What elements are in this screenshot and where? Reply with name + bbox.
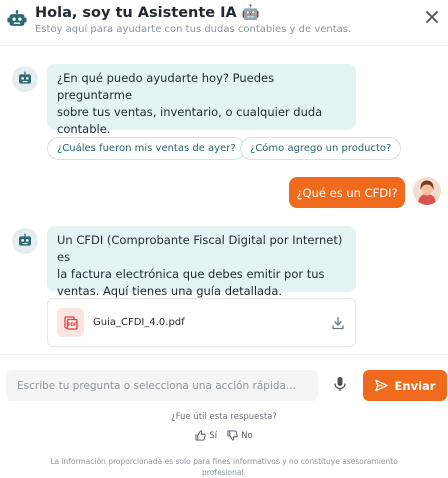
feedback-no-label: No bbox=[241, 430, 253, 441]
disclaimer-line: La información proporcionada es solo par… bbox=[50, 457, 398, 466]
user-message: ¿Qué es un CFDI? bbox=[289, 177, 405, 208]
send-label: Enviar bbox=[394, 378, 436, 393]
send-icon bbox=[374, 379, 388, 392]
bot-avatar bbox=[12, 66, 38, 92]
attachment-filename: Guia_CFDI_4.0.pdf bbox=[93, 317, 185, 328]
thumbs-up-icon bbox=[195, 430, 206, 441]
feedback-no-button[interactable]: No bbox=[227, 430, 253, 441]
download-icon[interactable] bbox=[331, 316, 345, 330]
bot-avatar bbox=[12, 228, 38, 254]
feedback-buttons: Sí No bbox=[0, 430, 448, 441]
composer: Enviar bbox=[0, 354, 448, 414]
message-input[interactable] bbox=[6, 370, 318, 401]
pdf-icon: PDF bbox=[57, 308, 84, 337]
message-line: contable. bbox=[57, 122, 111, 136]
quick-action-chip[interactable]: ¿Cómo agrego un producto? bbox=[240, 137, 402, 160]
svg-text:PDF: PDF bbox=[67, 322, 76, 327]
attachment-card[interactable]: PDF Guia_CFDI_4.0.pdf bbox=[47, 298, 356, 347]
feedback-question: ¿Fue útil esta respuesta? bbox=[171, 412, 277, 422]
header-title: Hola, soy tu Asistente IA 🤖 bbox=[35, 5, 260, 21]
header-subtitle: Estoy aquí para ayudarte con tus dudas c… bbox=[35, 24, 352, 35]
bot-message: ¿En qué puedo ayudarte hoy? Puedes pregu… bbox=[47, 64, 356, 136]
message-line: Un CFDI (Comprobante Fiscal Digital por … bbox=[57, 233, 343, 264]
message-line: la factura electrónica que debes emitir … bbox=[57, 267, 325, 281]
disclaimer-line: profesional. bbox=[202, 468, 246, 477]
message-line: ¿En qué puedo ayudarte hoy? Puedes pregu… bbox=[57, 71, 275, 102]
disclaimer: La información proporcionada es solo par… bbox=[30, 456, 418, 478]
robot-icon bbox=[19, 71, 31, 84]
bot-message: Un CFDI (Comprobante Fiscal Digital por … bbox=[47, 226, 356, 298]
robot-icon bbox=[19, 233, 31, 246]
microphone-icon[interactable] bbox=[333, 376, 347, 392]
close-icon[interactable] bbox=[425, 10, 439, 24]
feedback-yes-label: Sí bbox=[209, 430, 218, 441]
chat-header: Hola, soy tu Asistente IA 🤖 Estoy aquí p… bbox=[0, 0, 448, 46]
send-button[interactable]: Enviar bbox=[363, 370, 447, 401]
quick-action-chip[interactable]: ¿Cuáles fueron mis ventas de ayer? bbox=[47, 137, 246, 160]
user-avatar bbox=[413, 177, 441, 205]
thumbs-down-icon bbox=[227, 430, 238, 441]
message-line: sobre tus ventas, inventario, o cualquie… bbox=[57, 105, 323, 119]
user-avatar-image bbox=[413, 177, 441, 205]
feedback-yes-button[interactable]: Sí bbox=[195, 430, 217, 441]
robot-icon bbox=[7, 10, 27, 26]
